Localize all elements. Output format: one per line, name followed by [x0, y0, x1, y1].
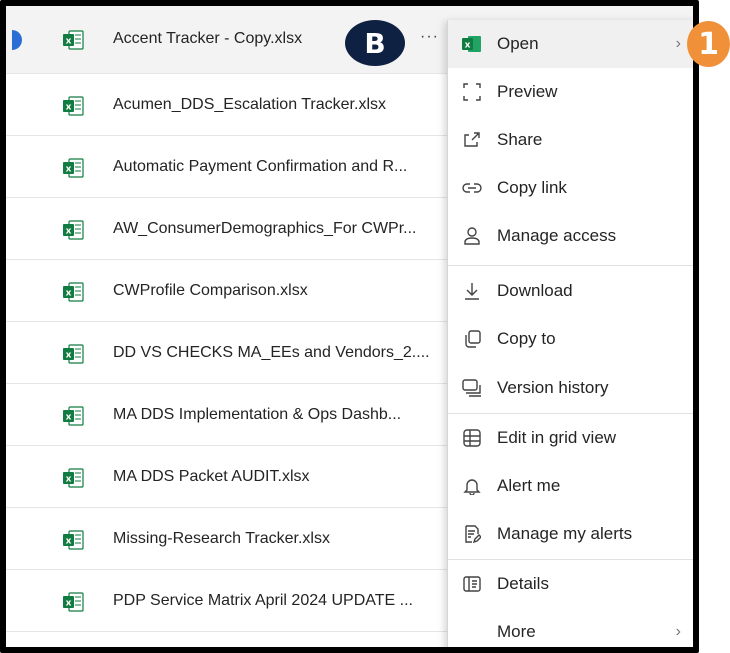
- file-name[interactable]: CWProfile Comparison.xlsx: [113, 282, 433, 300]
- version-history-icon: [462, 378, 482, 398]
- menu-item-label: Manage my alerts: [497, 524, 633, 543]
- context-menu: x Open › Preview Share Copy link Manage …: [447, 20, 693, 647]
- menu-item-more[interactable]: More ›: [448, 608, 693, 647]
- svg-text:x: x: [66, 537, 72, 547]
- grid-icon: [462, 428, 482, 448]
- menu-item-label: Details: [497, 574, 549, 593]
- excel-file-icon: x: [63, 406, 84, 426]
- menu-item-manage-my-alerts[interactable]: Manage my alerts: [448, 510, 693, 558]
- menu-item-manage-access[interactable]: Manage access: [448, 212, 693, 260]
- link-icon: [462, 178, 482, 198]
- svg-text:x: x: [66, 475, 72, 485]
- menu-item-version-history[interactable]: Version history: [448, 364, 693, 412]
- person-icon: [462, 226, 482, 246]
- excel-file-icon: x: [63, 96, 84, 116]
- excel-file-icon: x: [63, 592, 84, 612]
- menu-item-open[interactable]: x Open ›: [448, 20, 693, 68]
- menu-divider: [448, 265, 693, 266]
- menu-item-label: Copy to: [497, 329, 556, 348]
- file-name[interactable]: MA DDS Implementation & Ops Dashb...: [113, 406, 443, 424]
- download-icon: [462, 281, 482, 301]
- excel-file-icon: x: [63, 344, 84, 364]
- details-icon: [462, 574, 482, 594]
- menu-item-label: Open: [497, 34, 539, 53]
- menu-item-copy-to[interactable]: Copy to: [448, 315, 693, 363]
- menu-item-details[interactable]: Details: [448, 560, 693, 608]
- document-library-frame: x Accent Tracker - Copy.xlsx ··· x Acume…: [0, 0, 699, 653]
- menu-item-download[interactable]: Download: [448, 267, 693, 315]
- svg-text:x: x: [66, 165, 72, 175]
- file-name[interactable]: MA DDS Packet AUDIT.xlsx: [113, 468, 433, 486]
- svg-text:x: x: [66, 103, 72, 113]
- svg-text:x: x: [66, 37, 72, 47]
- more-options-icon[interactable]: ···: [420, 28, 439, 46]
- bell-icon: [462, 476, 482, 496]
- excel-icon: x: [462, 34, 482, 54]
- menu-item-label: Manage access: [497, 226, 617, 245]
- preview-icon: [462, 82, 482, 102]
- file-name[interactable]: Automatic Payment Confirmation and R...: [113, 158, 443, 176]
- menu-item-label: Version history: [497, 378, 609, 397]
- callout-badge-1: 1: [687, 21, 730, 67]
- menu-item-label: Share: [497, 130, 543, 149]
- svg-text:x: x: [66, 413, 72, 423]
- excel-file-icon: x: [63, 158, 84, 178]
- share-icon: [462, 130, 482, 150]
- svg-text:x: x: [66, 599, 72, 609]
- menu-item-label: More: [497, 622, 536, 641]
- menu-item-label: Alert me: [497, 476, 561, 495]
- callout-badge-b: B: [345, 20, 405, 66]
- menu-item-share[interactable]: Share: [448, 116, 693, 164]
- menu-item-copy-link[interactable]: Copy link: [448, 164, 693, 212]
- menu-item-label: Download: [497, 281, 573, 300]
- file-name[interactable]: DD VS CHECKS MA_EEs and Vendors_2....: [113, 344, 443, 362]
- svg-text:x: x: [66, 227, 72, 237]
- excel-file-icon: x: [63, 530, 84, 550]
- file-name[interactable]: Accent Tracker - Copy.xlsx: [113, 30, 343, 48]
- excel-file-icon: x: [63, 220, 84, 240]
- file-name[interactable]: Missing-Research Tracker.xlsx: [113, 530, 433, 548]
- menu-item-edit-in-grid-view[interactable]: Edit in grid view: [448, 414, 693, 462]
- chevron-right-icon: ›: [675, 623, 681, 640]
- selected-check-icon[interactable]: [12, 30, 22, 50]
- file-name[interactable]: AW_ConsumerDemographics_For CWPr...: [113, 220, 443, 238]
- file-name[interactable]: Acumen_DDS_Escalation Tracker.xlsx: [113, 96, 433, 114]
- menu-item-preview[interactable]: Preview: [448, 68, 693, 116]
- manage-alerts-icon: [462, 524, 482, 544]
- chevron-right-icon: ›: [675, 35, 681, 52]
- svg-text:x: x: [465, 41, 471, 51]
- copy-icon: [462, 329, 482, 349]
- menu-item-label: Preview: [497, 82, 558, 101]
- file-name[interactable]: PDP Service Matrix April 2024 UPDATE ...: [113, 592, 443, 610]
- menu-item-label: Copy link: [497, 178, 567, 197]
- menu-item-label: Edit in grid view: [497, 428, 617, 447]
- svg-text:x: x: [66, 289, 72, 299]
- menu-item-alert-me[interactable]: Alert me: [448, 462, 693, 510]
- svg-text:x: x: [66, 351, 72, 361]
- excel-file-icon: x: [63, 282, 84, 302]
- excel-file-icon: x: [63, 468, 84, 488]
- excel-file-icon: x: [63, 30, 84, 50]
